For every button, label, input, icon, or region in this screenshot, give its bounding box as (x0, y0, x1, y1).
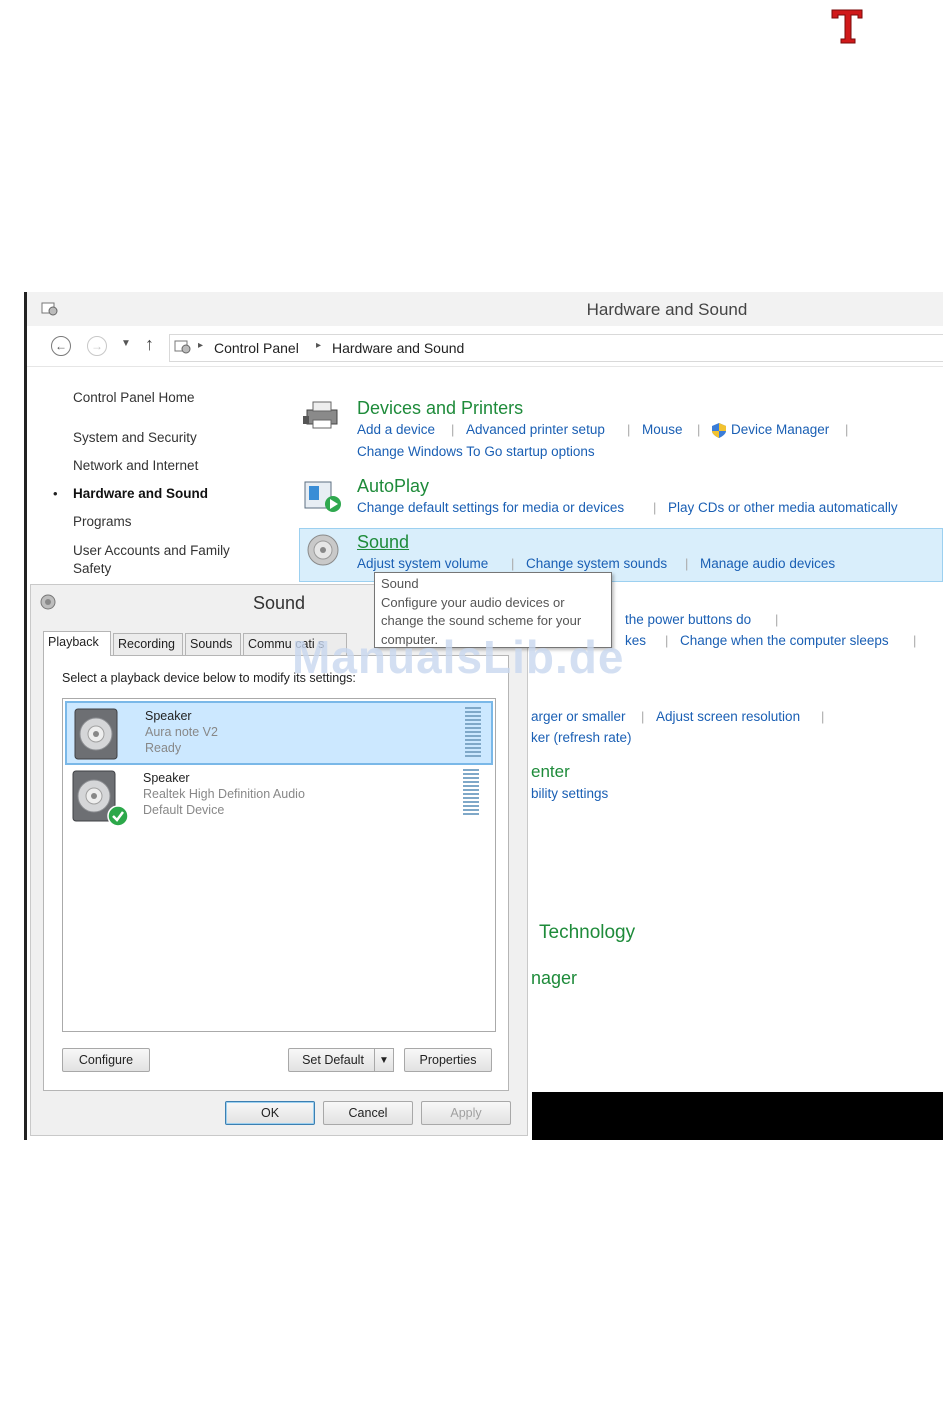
category-manager[interactable]: nager (531, 968, 577, 989)
separator: | (641, 709, 645, 724)
control-panel-icon (174, 340, 191, 354)
tooltip-line: Configure your audio devices or (381, 594, 565, 610)
set-default-button[interactable]: Set Default (288, 1048, 378, 1072)
shield-icon (712, 423, 726, 438)
device-driver: Aura note V2 (145, 725, 218, 739)
playback-panel: Select a playback device below to modify… (43, 655, 509, 1091)
separator: | (845, 422, 849, 437)
back-button[interactable]: ← (51, 336, 71, 356)
breadcrumb-separator-icon: ▸ (198, 340, 204, 351)
watermark: ManualsLib.de (292, 631, 625, 683)
forward-button[interactable]: → (87, 336, 107, 356)
task-play-cds[interactable]: Play CDs or other media automatically (668, 500, 898, 515)
device-name: Speaker (143, 771, 190, 785)
sidebar-item-programs[interactable]: Programs (73, 514, 132, 529)
tab-sounds[interactable]: Sounds (185, 633, 241, 655)
separator: | (913, 633, 917, 648)
task-adjust-resolution[interactable]: Adjust screen resolution (656, 709, 800, 724)
task-device-manager[interactable]: Device Manager (731, 422, 829, 437)
volume-level-meter (465, 707, 481, 759)
speaker-icon (74, 708, 118, 760)
task-adjust-volume[interactable]: Adjust system volume (357, 556, 488, 571)
device-status: Ready (145, 741, 182, 755)
apply-button[interactable]: Apply (421, 1101, 511, 1125)
speaker-icon (307, 534, 339, 566)
tab-recording[interactable]: Recording (113, 633, 183, 655)
sidebar-item-user-accounts[interactable]: User Accounts and Family Safety (73, 542, 253, 578)
breadcrumb-separator-icon: ▸ (316, 340, 322, 351)
device-item[interactable]: Speaker Aura note V2 Ready (65, 701, 493, 765)
separator: | (665, 633, 669, 648)
window-title: Hardware and Sound (586, 300, 748, 319)
category-devices-printers[interactable]: Devices and Printers (357, 398, 523, 419)
separator: | (511, 556, 515, 571)
category-ease-of-access[interactable]: enter (531, 762, 570, 782)
tab-playback[interactable]: Playback (43, 631, 111, 656)
breadcrumb[interactable]: ▸ Control Panel ▸ Hardware and Sound (169, 334, 943, 362)
device-list[interactable]: Speaker Aura note V2 Ready Speaker Realt… (62, 698, 496, 1032)
separator: | (821, 709, 825, 724)
task-refresh-rate[interactable]: ker (refresh rate) (531, 730, 632, 745)
separator: | (697, 422, 701, 437)
volume-level-meter (463, 769, 479, 817)
properties-button[interactable]: Properties (404, 1048, 492, 1072)
devices-printers-icon (303, 401, 338, 429)
task-windows-to-go[interactable]: Change Windows To Go startup options (357, 444, 595, 459)
separator: | (451, 422, 455, 437)
autoplay-icon (304, 481, 341, 512)
category-sound[interactable]: Sound (357, 532, 409, 553)
sidebar-item-system-security[interactable]: System and Security (73, 430, 197, 445)
cancel-button[interactable]: Cancel (323, 1101, 413, 1125)
breadcrumb-item[interactable]: Hardware and Sound (332, 340, 464, 356)
task-text-size[interactable]: arger or smaller (531, 709, 626, 724)
task-computer-sleeps[interactable]: Change when the computer sleeps (680, 633, 889, 648)
task-manage-audio-devices[interactable]: Manage audio devices (700, 556, 835, 571)
task-power-partial[interactable]: kes (625, 633, 646, 648)
title-bar: Hardware and Sound (27, 292, 943, 326)
device-name: Speaker (145, 709, 192, 723)
task-autoplay-defaults[interactable]: Change default settings for media or dev… (357, 500, 624, 515)
device-driver: Realtek High Definition Audio (143, 787, 305, 801)
task-advanced-printer-setup[interactable]: Advanced printer setup (466, 422, 605, 437)
current-bullet-icon: • (53, 486, 58, 501)
tooltip-line: change the sound scheme for your (381, 613, 582, 628)
category-autoplay[interactable]: AutoPlay (357, 476, 429, 497)
recent-pages-chevron-icon[interactable]: ▼ (121, 338, 131, 349)
breadcrumb-item[interactable]: Control Panel (214, 340, 299, 356)
set-default-dropdown-icon[interactable]: ▼ (374, 1048, 394, 1072)
category-technology[interactable]: Technology (539, 922, 635, 944)
ok-button[interactable]: OK (225, 1101, 315, 1125)
task-change-system-sounds[interactable]: Change system sounds (526, 556, 667, 571)
taskbar (532, 1092, 943, 1140)
sidebar-item-control-panel-home[interactable]: Control Panel Home (73, 390, 195, 405)
task-accessibility-settings[interactable]: bility settings (531, 786, 608, 801)
device-item[interactable]: Speaker Realtek High Definition Audio De… (65, 765, 493, 829)
task-power-buttons[interactable]: the power buttons do (625, 612, 751, 627)
brand-logo (831, 9, 863, 44)
separator: | (653, 500, 657, 515)
sidebar-item-network-internet[interactable]: Network and Internet (73, 458, 198, 473)
separator: | (685, 556, 689, 571)
separator: | (775, 612, 779, 627)
default-checkmark-icon (107, 805, 129, 827)
tooltip-title: Sound (381, 576, 419, 591)
address-bar: ← → ▼ ↑ ▸ Control Panel ▸ Hardware and S… (27, 326, 943, 367)
configure-button[interactable]: Configure (62, 1048, 150, 1072)
device-status: Default Device (143, 803, 225, 817)
up-arrow-icon[interactable]: ↑ (145, 334, 154, 355)
separator: | (627, 422, 631, 437)
task-add-device[interactable]: Add a device (357, 422, 435, 437)
task-mouse[interactable]: Mouse (642, 422, 683, 437)
sidebar-item-hardware-sound[interactable]: Hardware and Sound (73, 486, 208, 501)
